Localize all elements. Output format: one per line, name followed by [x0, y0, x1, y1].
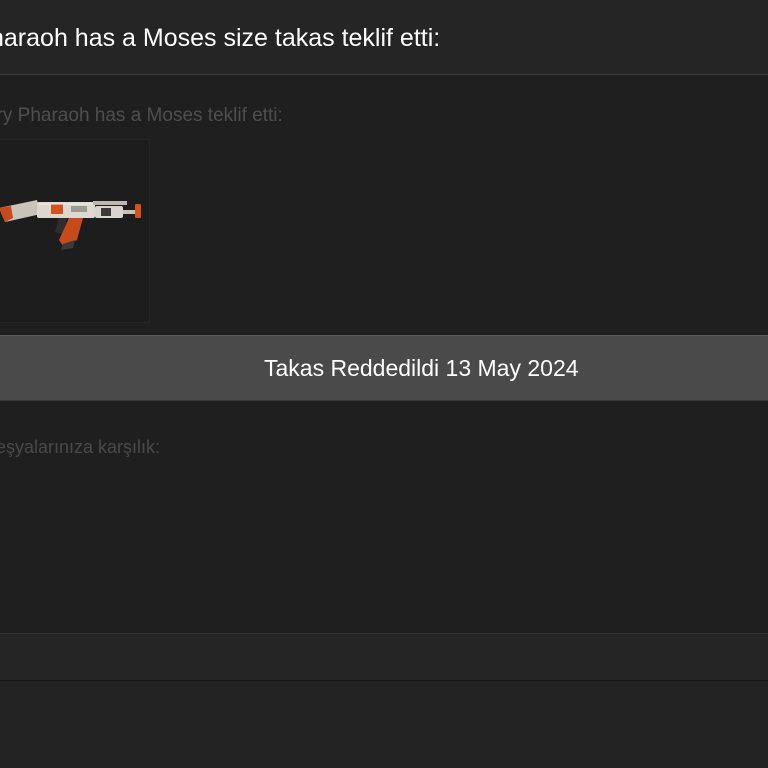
your-items-section: eşyalarınıza karşılık: [0, 401, 768, 633]
bottom-area [0, 681, 768, 768]
trade-header: haraoh has a Moses size takas teklif ett… [0, 0, 768, 75]
offered-item-tile[interactable] [0, 139, 150, 323]
offered-items-label: ery Pharaoh has a Moses teklif etti: [0, 105, 283, 126]
footer-divider [0, 633, 768, 682]
trade-status-text: Takas Reddedildi 13 May 2024 [264, 355, 579, 381]
trade-title: haraoh has a Moses size takas teklif ett… [0, 24, 441, 52]
your-items-label: eşyalarınıza karşılık: [0, 437, 161, 457]
offered-items-section: ery Pharaoh has a Moses teklif etti: [0, 75, 768, 335]
trade-status-bar: Takas Reddedildi 13 May 2024 [0, 335, 768, 401]
trade-offer-page: haraoh has a Moses size takas teklif ett… [0, 0, 768, 768]
ak47-rifle-icon [0, 200, 141, 250]
